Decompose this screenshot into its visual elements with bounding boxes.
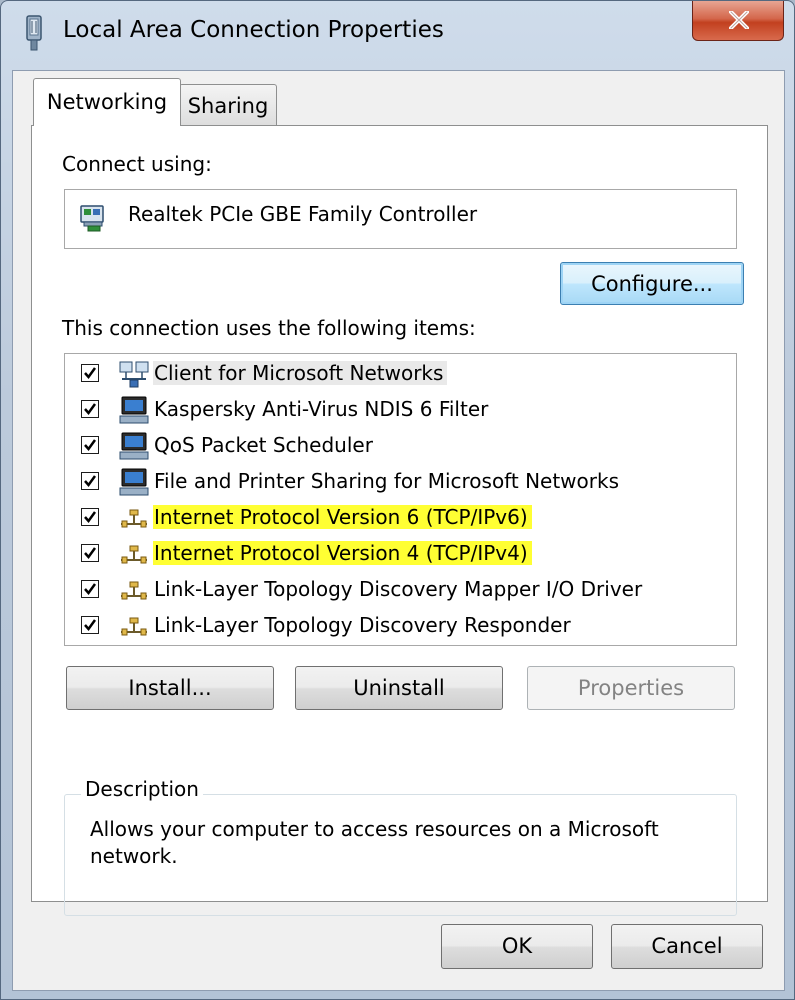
item-label: Link-Layer Topology Discovery Mapper I/O…: [154, 577, 643, 601]
item-label: QoS Packet Scheduler: [154, 433, 373, 457]
checkmark-icon: [84, 511, 97, 524]
items-label: This connection uses the following items…: [62, 316, 476, 340]
title-bar[interactable]: Local Area Connection Properties: [1, 1, 794, 67]
tab-sharing[interactable]: Sharing: [179, 84, 277, 128]
tab-networking[interactable]: Networking: [33, 78, 181, 126]
item-label: Client for Microsoft Networks: [153, 361, 448, 385]
protocol-icon: [121, 617, 147, 636]
list-item-kaspersky-filter[interactable]: Kaspersky Anti-Virus NDIS 6 Filter: [65, 393, 736, 427]
ok-button[interactable]: OK: [441, 924, 593, 969]
configure-button[interactable]: Configure...: [560, 262, 744, 305]
checkmark-icon: [84, 547, 97, 560]
list-item-ipv6[interactable]: Internet Protocol Version 6 (TCP/IPv6): [65, 501, 736, 535]
uninstall-button[interactable]: Uninstall: [295, 666, 503, 710]
item-label: File and Printer Sharing for Microsoft N…: [154, 469, 619, 493]
item-checkbox[interactable]: [81, 364, 99, 382]
checkmark-icon: [84, 475, 97, 488]
close-button[interactable]: [692, 1, 784, 41]
item-checkbox[interactable]: [81, 544, 99, 562]
checkmark-icon: [84, 619, 97, 632]
service-computer-icon: [119, 468, 149, 496]
properties-button[interactable]: Properties: [527, 666, 735, 710]
checkmark-icon: [84, 583, 97, 596]
network-connection-icon: [26, 15, 42, 51]
item-label: Internet Protocol Version 4 (TCP/IPv4): [153, 541, 532, 565]
service-computer-icon: [119, 396, 149, 424]
item-checkbox[interactable]: [81, 400, 99, 418]
connect-using-label: Connect using:: [62, 152, 212, 176]
item-checkbox[interactable]: [81, 580, 99, 598]
list-item-ipv4[interactable]: Internet Protocol Version 4 (TCP/IPv4): [65, 537, 736, 571]
service-computer-icon: [119, 432, 149, 460]
item-checkbox[interactable]: [81, 616, 99, 634]
checkmark-icon: [84, 439, 97, 452]
protocol-icon: [121, 509, 147, 528]
adapter-field: Realtek PCIe GBE Family Controller: [64, 189, 737, 249]
list-item-client-for-microsoft-networks[interactable]: Client for Microsoft Networks: [65, 357, 736, 391]
networking-tab-panel: Connect using: Realtek PCIe GBE Family C…: [31, 125, 768, 916]
close-icon: [729, 11, 749, 29]
item-label: Kaspersky Anti-Virus NDIS 6 Filter: [154, 397, 489, 421]
protocol-icon: [121, 581, 147, 600]
list-item-lltd-mapper[interactable]: Link-Layer Topology Discovery Mapper I/O…: [65, 573, 736, 607]
client-network-icon: [119, 361, 149, 388]
item-label: Link-Layer Topology Discovery Responder: [154, 613, 571, 637]
window-title: Local Area Connection Properties: [63, 17, 444, 43]
adapter-name: Realtek PCIe GBE Family Controller: [128, 202, 478, 226]
list-item-lltd-responder[interactable]: Link-Layer Topology Discovery Responder: [65, 609, 736, 643]
network-adapter-icon: [80, 205, 104, 232]
item-label: Internet Protocol Version 6 (TCP/IPv6): [153, 505, 532, 529]
item-checkbox[interactable]: [81, 508, 99, 526]
dialog-window: Local Area Connection Properties Network…: [0, 0, 795, 1000]
list-item-qos-packet-scheduler[interactable]: QoS Packet Scheduler: [65, 429, 736, 463]
description-text: Allows your computer to access resources…: [90, 817, 659, 868]
dialog-client-area: Networking Sharing Connect using: Realte…: [12, 70, 785, 991]
cancel-button[interactable]: Cancel: [611, 924, 763, 969]
list-item-file-printer-sharing[interactable]: File and Printer Sharing for Microsoft N…: [65, 465, 736, 499]
checkmark-icon: [84, 403, 97, 416]
item-checkbox[interactable]: [81, 472, 99, 490]
item-checkbox[interactable]: [81, 436, 99, 454]
protocol-icon: [121, 545, 147, 564]
connection-items-list[interactable]: Client for Microsoft Networks Kaspersky …: [64, 353, 737, 646]
description-legend: Description: [81, 777, 203, 801]
install-button[interactable]: Install...: [66, 666, 274, 710]
checkmark-icon: [84, 367, 97, 380]
